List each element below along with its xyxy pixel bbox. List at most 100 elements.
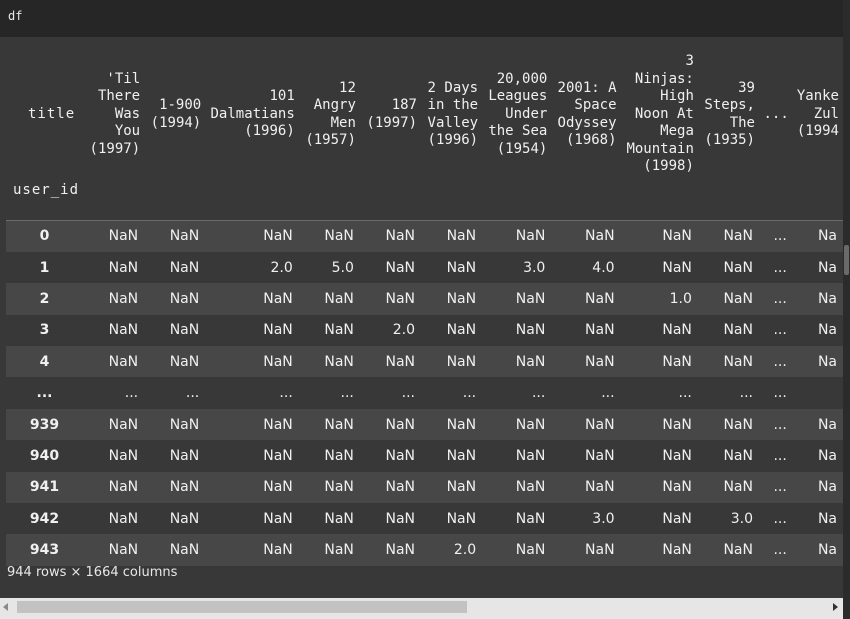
table-cell: Na bbox=[817, 353, 837, 370]
table-row: 942 NaN NaN NaN NaN NaN NaN NaN 3.0 NaN 3.0... Na bbox=[6, 503, 843, 535]
column-header-line: (1957) bbox=[305, 132, 356, 148]
table-cell: NaN bbox=[585, 479, 615, 496]
horizontal-scrollbar[interactable] bbox=[0, 598, 843, 619]
table-cell: NaN bbox=[324, 542, 354, 559]
table-cell: ... bbox=[462, 385, 477, 402]
table-cell: NaN bbox=[263, 322, 293, 339]
vertical-scrollbar-thumb[interactable] bbox=[844, 245, 849, 275]
column-header-line: (1998) bbox=[643, 158, 694, 175]
column-header-line: Angry bbox=[313, 97, 356, 113]
column-header-line: 3 bbox=[685, 53, 694, 70]
table-cell: NaN bbox=[169, 479, 200, 496]
column-header-line: There bbox=[97, 88, 141, 105]
table-cell: 3.0 bbox=[730, 510, 753, 527]
table-row: 3 NaN NaN NaN NaN 2.0 NaN NaN NaN NaN NaN... Na bbox=[6, 314, 843, 347]
column-header: 'Til There Was You (1997) bbox=[83, 51, 144, 178]
table-cell: 2.0 bbox=[392, 322, 415, 339]
table-cell: NaN bbox=[385, 542, 415, 559]
table-cell: ... bbox=[773, 228, 787, 245]
row-index: 2 bbox=[39, 290, 50, 307]
table-cell: NaN bbox=[446, 510, 477, 527]
table-cell: NaN bbox=[108, 510, 139, 527]
table-cell: NaN bbox=[515, 290, 546, 307]
table-cell: Na bbox=[817, 510, 837, 527]
code-cell[interactable]: df bbox=[0, 0, 843, 37]
table-cell: ... bbox=[739, 385, 753, 402]
table-cell: NaN bbox=[446, 479, 477, 496]
column-header-line: 20,000 bbox=[496, 70, 548, 87]
table-cell: 4.0 bbox=[592, 259, 615, 276]
table-cell: NaN bbox=[515, 228, 546, 245]
row-index: 4 bbox=[39, 353, 50, 370]
table-cell: NaN bbox=[324, 228, 354, 245]
table-cell: NaN bbox=[662, 447, 692, 464]
column-header-line: (1996) bbox=[244, 123, 295, 140]
column-header: 187 (1997) bbox=[360, 51, 421, 178]
column-header: 12 Angry Men (1957) bbox=[299, 51, 360, 178]
column-header: Yanke Zul (1994 bbox=[793, 51, 843, 178]
table-cell: NaN bbox=[662, 542, 692, 559]
table-cell: NaN bbox=[585, 542, 615, 559]
table-cell: NaN bbox=[723, 542, 753, 559]
table-cell: ... bbox=[773, 290, 787, 307]
table-cell: NaN bbox=[515, 416, 546, 433]
column-header-line: 'Til bbox=[106, 70, 141, 87]
table-cell: NaN bbox=[169, 542, 200, 559]
table-cell: NaN bbox=[108, 479, 139, 496]
table-cell: NaN bbox=[108, 290, 139, 307]
chevron-left-icon[interactable] bbox=[3, 603, 8, 611]
code-input[interactable]: df bbox=[8, 9, 22, 23]
table-row: 940 NaN NaN NaN NaN NaN NaN NaN NaN NaN NaN... Na bbox=[6, 440, 843, 472]
table-cell: NaN bbox=[723, 228, 753, 245]
table-cell: NaN bbox=[108, 228, 139, 245]
scrollbar-thumb[interactable] bbox=[17, 601, 467, 613]
column-header: 20,000 Leagues Under the Sea (1954) bbox=[482, 51, 551, 178]
table-cell: 5.0 bbox=[331, 259, 354, 276]
table-cell: NaN bbox=[723, 322, 753, 339]
column-header-line: in the bbox=[427, 97, 479, 113]
table-cell: NaN bbox=[585, 290, 615, 307]
table-cell: ... bbox=[124, 385, 139, 402]
table-row: 0 NaN NaN NaN NaN NaN NaN NaN NaN NaN NaN... Na bbox=[6, 220, 843, 252]
table-cell: NaN bbox=[723, 353, 753, 370]
table-cell: NaN bbox=[385, 290, 415, 307]
table-cell: NaN bbox=[446, 259, 477, 276]
column-header: ... bbox=[759, 51, 793, 178]
table-cell: Na bbox=[817, 228, 837, 245]
table-cell: NaN bbox=[723, 447, 753, 464]
table-cell: Na bbox=[817, 447, 837, 464]
table-cell: ... bbox=[601, 385, 615, 402]
column-header-line: (1997) bbox=[89, 140, 141, 157]
column-header-line: Was bbox=[114, 105, 141, 122]
table-cell: NaN bbox=[169, 510, 200, 527]
table-cell: NaN bbox=[108, 322, 139, 339]
table-row: .................................... bbox=[6, 377, 843, 409]
column-header-row: title 'Til There Was You (1997) 1-900 (1994) 10… bbox=[6, 51, 843, 178]
table-cell: NaN bbox=[385, 510, 415, 527]
table-cell: Na bbox=[817, 259, 837, 276]
table-cell: NaN bbox=[385, 228, 415, 245]
column-header-line: You bbox=[114, 123, 141, 140]
dataframe-table: title 'Til There Was You (1997) 1-900 (1994) 10… bbox=[6, 51, 843, 566]
chevron-right-icon[interactable] bbox=[833, 603, 838, 611]
row-index: 939 bbox=[29, 416, 60, 433]
table-cell: 3.0 bbox=[592, 510, 615, 527]
table-cell: ... bbox=[773, 447, 787, 464]
table-cell: NaN bbox=[662, 322, 692, 339]
table-cell: ... bbox=[773, 416, 787, 433]
table-cell: NaN bbox=[446, 416, 477, 433]
table-cell: ... bbox=[279, 385, 293, 402]
column-header-line: (1996) bbox=[427, 132, 479, 148]
table-cell: ... bbox=[678, 385, 692, 402]
column-header-line: Ninjas: bbox=[634, 70, 694, 87]
column-header-line: Leagues bbox=[488, 88, 548, 105]
column-header-line: (1994 bbox=[796, 123, 839, 140]
table-cell: NaN bbox=[324, 353, 354, 370]
output-area: title 'Til There Was You (1997) 1-900 (1994) 10… bbox=[0, 37, 843, 598]
table-cell: NaN bbox=[662, 353, 692, 370]
vertical-scrollbar[interactable] bbox=[843, 0, 850, 619]
table-cell: Na bbox=[817, 542, 837, 559]
table-cell: NaN bbox=[662, 259, 692, 276]
table-cell: NaN bbox=[385, 259, 415, 276]
table-cell: NaN bbox=[263, 510, 293, 527]
